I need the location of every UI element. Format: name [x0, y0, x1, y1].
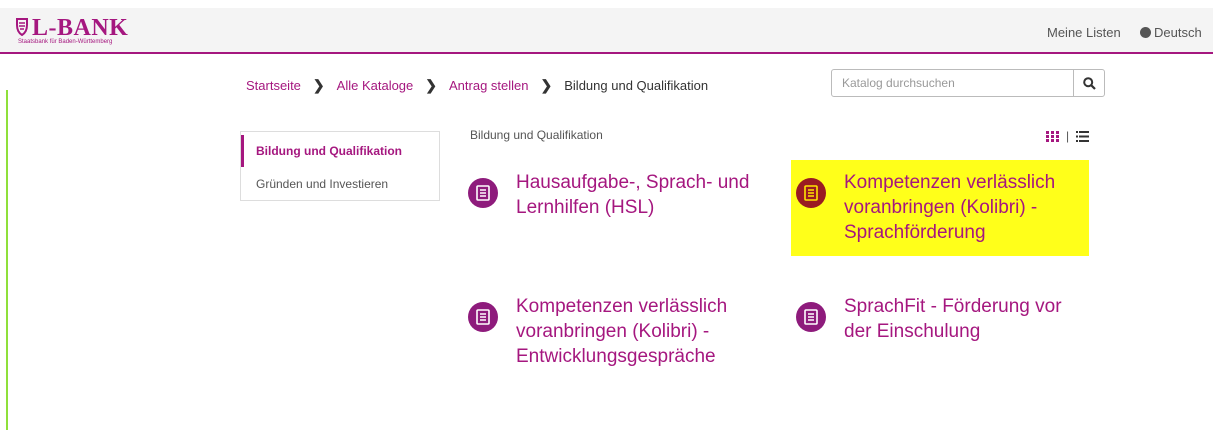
category-sidebar: Bildung und Qualifikation Gründen und In…: [240, 131, 440, 201]
breadcrumb-home[interactable]: Startseite: [246, 78, 301, 93]
logo-text: L-BANK: [32, 15, 129, 41]
top-header: L-BANK Staatsbank für Baden-Württemberg …: [0, 8, 1213, 54]
tile-title: Kompetenzen verlässlich voranbringen (Ko…: [516, 296, 728, 367]
toggle-divider: |: [1066, 129, 1070, 143]
search-button[interactable]: [1073, 70, 1104, 96]
breadcrumb-all-catalogs[interactable]: Alle Kataloge: [337, 78, 414, 93]
breadcrumb-current: Bildung und Qualifikation: [564, 78, 709, 93]
chevron-right-icon: ❯: [540, 77, 553, 93]
breadcrumb: Startseite ❯ Alle Kataloge ❯ Antrag stel…: [246, 77, 708, 94]
guide-line: [6, 90, 8, 430]
language-selector[interactable]: Deutsch: [1140, 25, 1202, 40]
chevron-right-icon: ❯: [312, 77, 325, 93]
logo-subtitle: Staatsbank für Baden-Württemberg: [18, 39, 113, 45]
view-toggles: |: [1046, 129, 1090, 143]
sidebar-item-gruenden[interactable]: Gründen und Investieren: [241, 168, 439, 200]
globe-icon: [1140, 27, 1151, 38]
l-bank-logo[interactable]: L-BANK Staatsbank für Baden-Württemberg: [14, 15, 154, 48]
sidebar-item-bildung[interactable]: Bildung und Qualifikation: [241, 135, 439, 167]
form-icon: [796, 302, 826, 332]
search-input[interactable]: [832, 70, 1088, 96]
tile-title: Hausaufgabe-, Sprach- und Lernhilfen (HS…: [516, 172, 750, 218]
form-icon: [468, 302, 498, 332]
chevron-right-icon: ❯: [425, 77, 438, 93]
section-title: Bildung und Qualifikation: [470, 128, 603, 142]
crest-icon: [16, 18, 28, 37]
catalog-search: [831, 69, 1105, 97]
search-icon: [1082, 76, 1096, 90]
tile-title: Kompetenzen verlässlich voranbringen (Ko…: [844, 172, 1056, 243]
form-icon: [796, 178, 826, 208]
breadcrumb-submit-request[interactable]: Antrag stellen: [449, 78, 529, 93]
tile-title: SprachFit - Förderung vor der Einschulun…: [844, 296, 1062, 342]
list-view-icon[interactable]: [1076, 130, 1090, 142]
form-icon: [468, 178, 498, 208]
my-lists-link[interactable]: Meine Listen: [1047, 25, 1121, 40]
grid-view-icon[interactable]: [1046, 130, 1059, 142]
language-label: Deutsch: [1154, 25, 1202, 40]
